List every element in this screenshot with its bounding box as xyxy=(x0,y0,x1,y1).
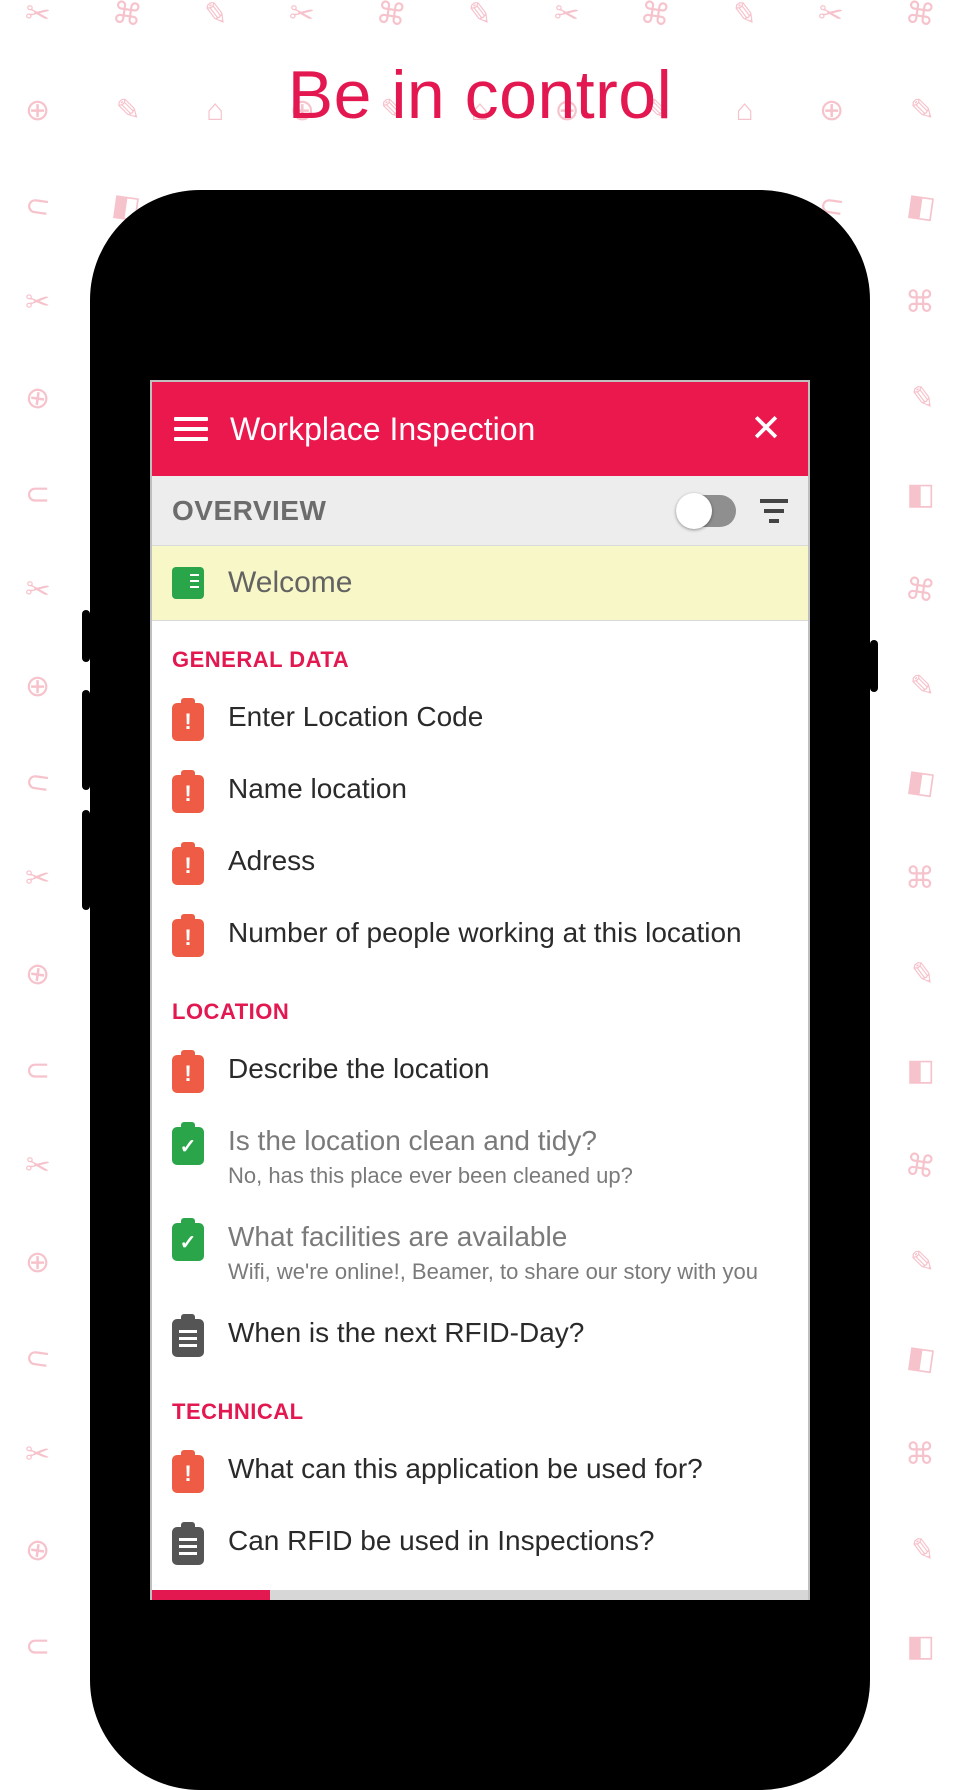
item-title: What facilities are available xyxy=(228,1221,758,1253)
hero-title: Be in control xyxy=(0,56,960,134)
overview-toggle[interactable] xyxy=(676,495,736,527)
item-title: Is the location clean and tidy? xyxy=(228,1125,633,1157)
clipboard-icon xyxy=(172,1319,204,1357)
list-item[interactable]: Describe the location xyxy=(152,1037,808,1109)
list-item[interactable]: What facilities are available Wifi, we're… xyxy=(152,1205,808,1301)
item-title: Enter Location Code xyxy=(228,701,483,733)
menu-icon[interactable] xyxy=(174,417,208,441)
welcome-row[interactable]: Welcome xyxy=(152,546,808,621)
clipboard-alert-icon xyxy=(172,1055,204,1093)
clipboard-alert-icon xyxy=(172,1455,204,1493)
section-header: TECHNICAL xyxy=(152,1373,808,1437)
question-list: GENERAL DATA Enter Location Code Name loca… xyxy=(152,621,808,1600)
list-item[interactable]: Can RFID be used in Inspections? xyxy=(152,1509,808,1581)
clipboard-check-icon xyxy=(172,1223,204,1261)
section-header: LOCATION xyxy=(152,973,808,1037)
item-title: Can RFID be used in Inspections? xyxy=(228,1525,654,1557)
item-title: Name location xyxy=(228,773,407,805)
phone-frame: Workplace Inspection ✕ OVERVIEW Welcome … xyxy=(90,190,870,1790)
welcome-label: Welcome xyxy=(228,566,352,600)
clipboard-alert-icon xyxy=(172,847,204,885)
list-item[interactable]: Name location xyxy=(152,757,808,829)
list-item[interactable]: What can this application be used for? xyxy=(152,1437,808,1509)
item-title: What can this application be used for? xyxy=(228,1453,703,1485)
section-header: GENERAL DATA xyxy=(152,621,808,685)
filter-icon[interactable] xyxy=(760,499,788,523)
item-title: Number of people working at this locatio… xyxy=(228,917,742,949)
clipboard-alert-icon xyxy=(172,919,204,957)
item-title: Adress xyxy=(228,845,315,877)
list-item[interactable]: Number of people working at this locatio… xyxy=(152,901,808,973)
document-icon xyxy=(172,567,204,599)
list-item[interactable]: When is the next RFID-Day? xyxy=(152,1301,808,1373)
clipboard-icon xyxy=(172,1527,204,1565)
overview-label: OVERVIEW xyxy=(172,495,676,527)
close-icon[interactable]: ✕ xyxy=(746,404,786,454)
clipboard-alert-icon xyxy=(172,775,204,813)
list-item[interactable]: Is the location clean and tidy? No, has t… xyxy=(152,1109,808,1205)
list-item[interactable]: Adress xyxy=(152,829,808,901)
app-title: Workplace Inspection xyxy=(230,411,746,448)
item-title: When is the next RFID-Day? xyxy=(228,1317,584,1349)
progress-bar xyxy=(152,1590,808,1600)
list-item[interactable]: Enter Location Code xyxy=(152,685,808,757)
item-subtitle: No, has this place ever been cleaned up? xyxy=(228,1163,633,1189)
clipboard-check-icon xyxy=(172,1127,204,1165)
app-bar: Workplace Inspection ✕ xyxy=(152,382,808,476)
item-title: Describe the location xyxy=(228,1053,489,1085)
overview-bar: OVERVIEW xyxy=(152,476,808,546)
clipboard-alert-icon xyxy=(172,703,204,741)
item-subtitle: Wifi, we're online!, Beamer, to share ou… xyxy=(228,1259,758,1285)
phone-screen: Workplace Inspection ✕ OVERVIEW Welcome … xyxy=(150,380,810,1600)
